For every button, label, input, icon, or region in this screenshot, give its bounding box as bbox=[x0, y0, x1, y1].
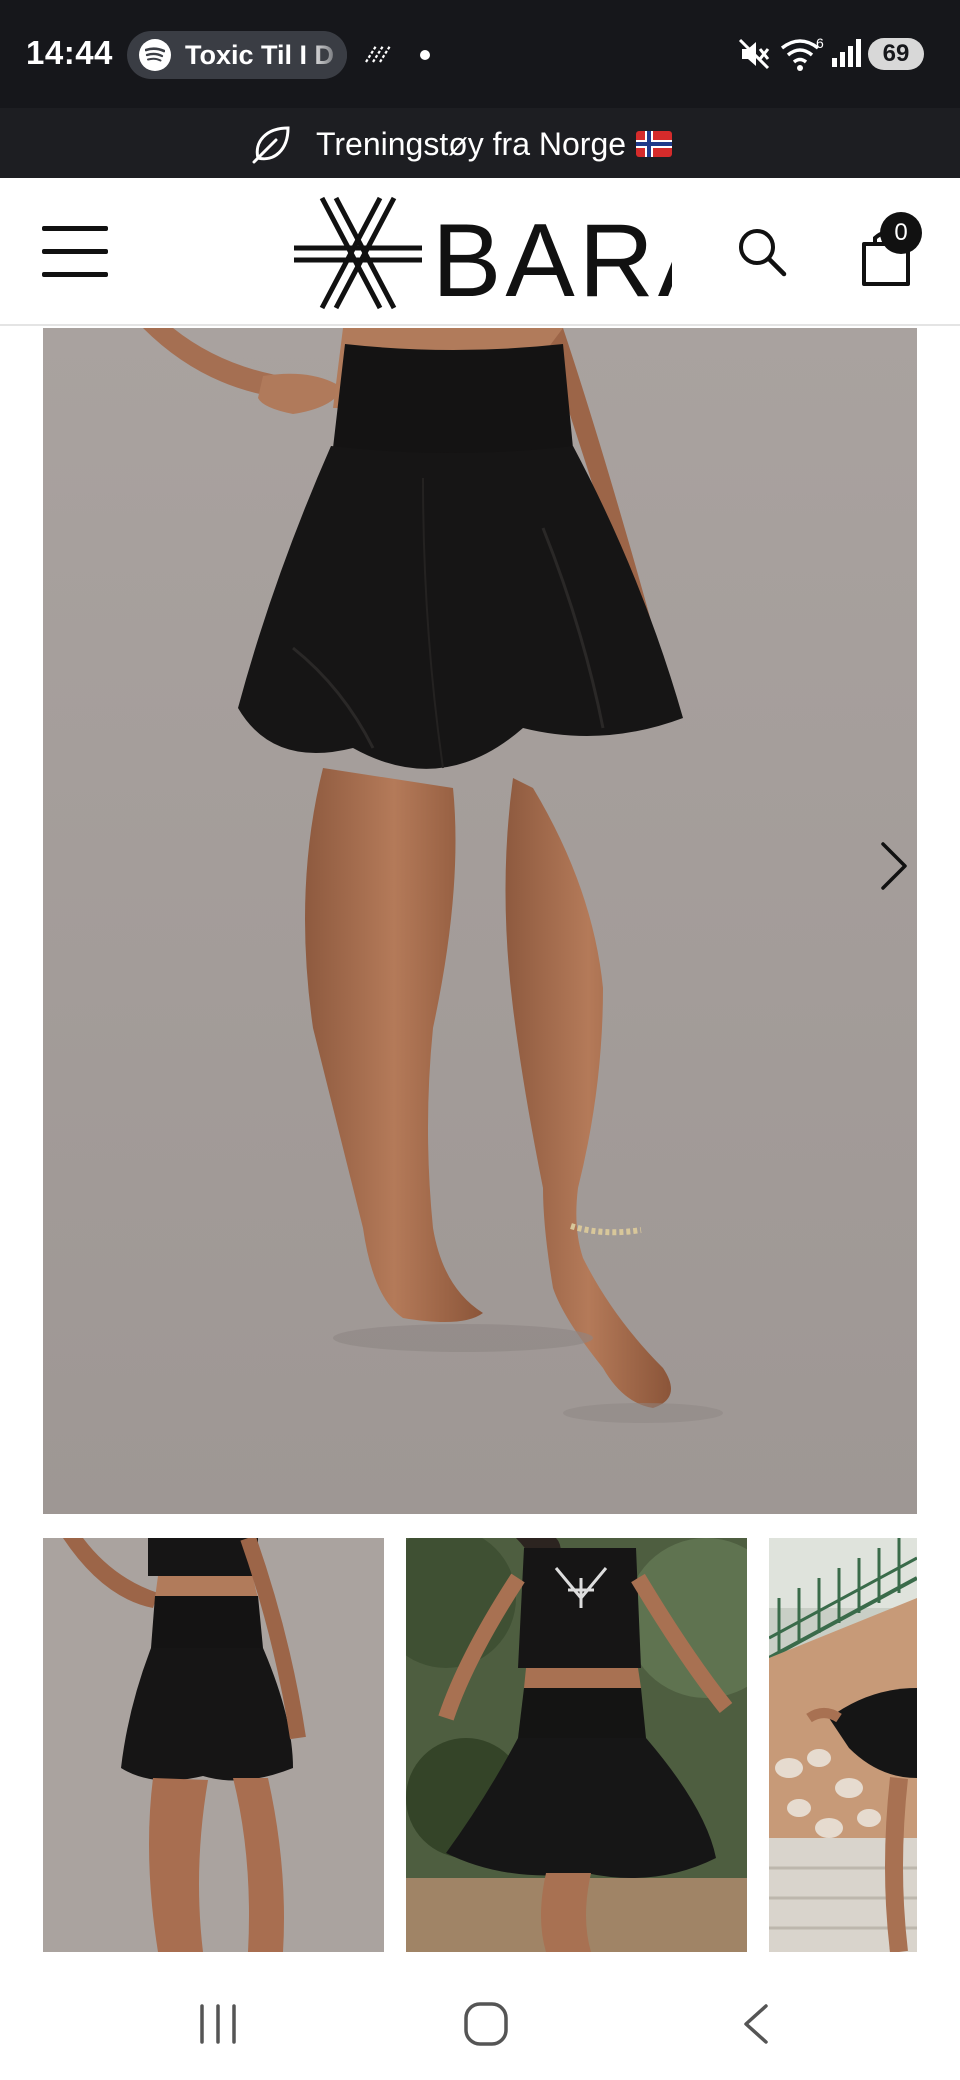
search-icon[interactable] bbox=[736, 226, 788, 278]
system-nav-bar bbox=[0, 1964, 960, 2080]
cart-count-badge: 0 bbox=[880, 212, 922, 254]
norway-flag-icon bbox=[636, 131, 673, 157]
bara-logo[interactable]: BARA bbox=[292, 194, 672, 312]
home-icon[interactable] bbox=[462, 2000, 510, 2048]
recent-apps-icon[interactable] bbox=[196, 2002, 240, 2046]
status-bar: 14:44 Toxic Til I D 6 69 bbox=[0, 0, 960, 108]
promo-text: Treningstøy fra Norge bbox=[316, 125, 627, 162]
media-chip[interactable]: Toxic Til I D bbox=[127, 31, 347, 79]
back-icon[interactable] bbox=[738, 2002, 774, 2046]
leaf-icon bbox=[252, 126, 290, 164]
nfc-icon bbox=[365, 45, 391, 63]
promo-bar: Treningstøy fra Norge bbox=[0, 108, 960, 178]
thumbnail-1[interactable] bbox=[43, 1538, 384, 1952]
dot-icon bbox=[420, 50, 430, 60]
thumbnail-2[interactable] bbox=[406, 1538, 747, 1952]
wifi-badge: 6 bbox=[816, 36, 824, 51]
thumbnail-photo-outdoor bbox=[406, 1538, 747, 1952]
signal-icon bbox=[832, 39, 861, 67]
wifi-icon: 6 bbox=[780, 36, 824, 71]
menu-icon[interactable] bbox=[42, 226, 108, 278]
status-time: 14:44 bbox=[26, 34, 113, 71]
mute-icon bbox=[738, 38, 770, 70]
thumbnail-3[interactable] bbox=[769, 1538, 917, 1952]
spotify-icon bbox=[139, 39, 171, 71]
product-photo bbox=[43, 328, 917, 1514]
thumbnail-photo-studio bbox=[43, 1538, 384, 1952]
logo-text: BARA bbox=[432, 203, 672, 312]
thumbnail-photo-wall bbox=[769, 1538, 917, 1952]
chevron-right-icon[interactable] bbox=[865, 838, 917, 894]
site-header: BARA 0 bbox=[0, 178, 960, 326]
media-fade bbox=[307, 31, 347, 79]
product-main-image[interactable] bbox=[43, 328, 917, 1514]
cart-button[interactable]: 0 bbox=[856, 212, 936, 292]
battery-icon: 69 bbox=[868, 38, 924, 70]
